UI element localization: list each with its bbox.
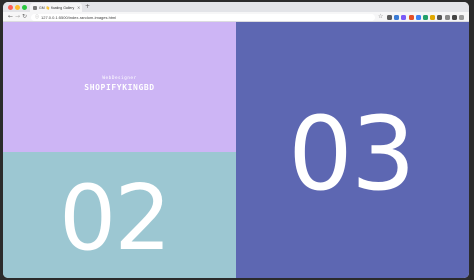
bookmark-star-icon[interactable]: ☆ [378, 13, 383, 21]
tab-close-icon[interactable]: × [77, 5, 82, 10]
brand-panel: WebDesigner SHOPIFYKINGBD [3, 22, 236, 152]
address-url: 127.0.0.1:5500/index-random-images.html [41, 14, 117, 20]
extension-icon[interactable] [444, 14, 450, 20]
page-favicon-icon [33, 5, 37, 10]
panel-number-02: 02 [59, 166, 172, 271]
extension-icon[interactable] [408, 14, 414, 20]
brand-tagline: WebDesigner [102, 76, 137, 81]
extension-icon[interactable] [430, 14, 436, 20]
browser-window: GM 👋 floating Gallery × + ← → ↻ ⓘ 127.0.… [3, 2, 469, 278]
extension-icon[interactable] [394, 14, 400, 20]
extension-icon[interactable] [459, 14, 464, 20]
address-bar[interactable]: ⓘ 127.0.0.1:5500/index-random-images.htm… [31, 13, 375, 21]
back-button[interactable]: ← [8, 13, 13, 21]
extension-icon[interactable] [423, 14, 428, 20]
page-content: WebDesigner SHOPIFYKINGBD 02 03 [3, 22, 469, 278]
gallery-panel-03: 03 [236, 22, 469, 278]
tab-title: GM 👋 floating Gallery [39, 5, 75, 10]
navigation-bar: ← → ↻ ⓘ 127.0.0.1:5500/index-random-imag… [3, 12, 469, 22]
gallery-panel-02: 02 [3, 152, 236, 278]
extension-icon[interactable] [401, 14, 407, 20]
new-tab-button[interactable]: + [85, 3, 90, 11]
extension-icon[interactable] [451, 14, 457, 20]
site-info-icon[interactable]: ⓘ [35, 14, 39, 20]
panel-number-03: 03 [288, 95, 416, 214]
minimize-window-button[interactable] [15, 5, 20, 10]
browser-tab-active[interactable]: GM 👋 floating Gallery × [30, 3, 82, 12]
extension-icon[interactable] [437, 14, 443, 20]
maximize-window-button[interactable] [22, 5, 27, 10]
extension-icon[interactable] [387, 14, 392, 20]
close-window-button[interactable] [8, 5, 13, 10]
extension-icon[interactable] [415, 14, 421, 20]
brand-title: SHOPIFYKINGBD [84, 83, 155, 92]
forward-button[interactable]: → [15, 13, 20, 21]
tab-bar: GM 👋 floating Gallery × + [3, 2, 469, 12]
reload-button[interactable]: ↻ [22, 13, 27, 21]
